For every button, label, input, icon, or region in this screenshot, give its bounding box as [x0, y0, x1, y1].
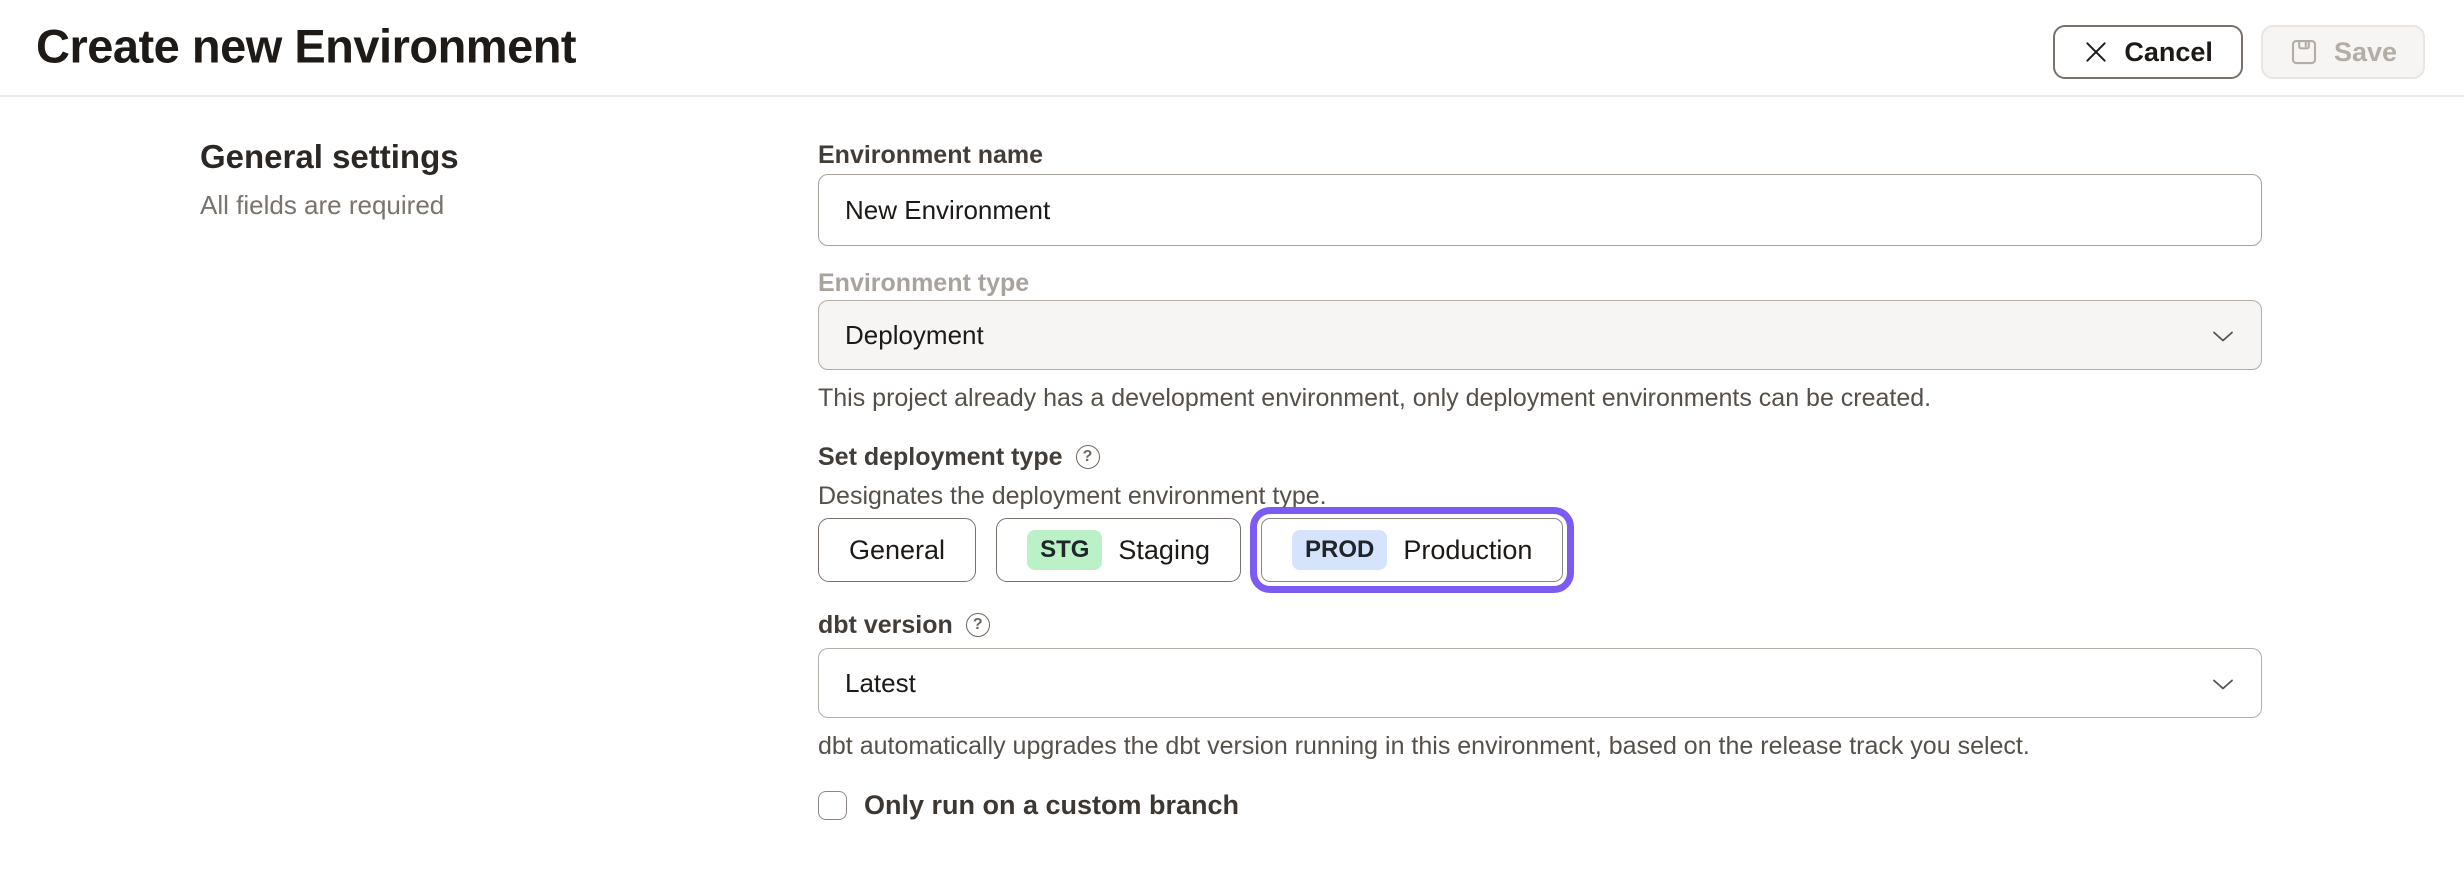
deployment-option-general[interactable]: General	[818, 518, 976, 582]
section-subheading: All fields are required	[200, 190, 760, 220]
header-actions: Cancel Save	[2053, 25, 2425, 79]
help-circle-icon[interactable]: ?	[1076, 445, 1100, 469]
settings-section-header: General settings All fields are required	[200, 138, 760, 220]
dbt-version-label-text: dbt version	[818, 612, 953, 638]
deployment-type-label-text: Set deployment type	[818, 444, 1063, 470]
help-circle-icon[interactable]: ?	[966, 613, 990, 637]
cancel-button[interactable]: Cancel	[2053, 25, 2243, 79]
dbt-version-label: dbt version ?	[818, 612, 2262, 638]
deployment-option-production[interactable]: PROD Production	[1261, 518, 1563, 582]
dbt-version-select[interactable]: Latest	[818, 648, 2262, 718]
deployment-type-label: Set deployment type ?	[818, 444, 2262, 470]
custom-branch-label[interactable]: Only run on a custom branch	[864, 790, 1239, 820]
chevron-down-icon	[2211, 668, 2235, 699]
environment-type-helper: This project already has a development e…	[818, 384, 2262, 412]
dbt-version-helper: dbt automatically upgrades the dbt versi…	[818, 732, 2262, 760]
section-heading: General settings	[200, 138, 760, 176]
deployment-option-staging[interactable]: STG Staging	[996, 518, 1241, 582]
environment-type-value: Deployment	[845, 320, 984, 351]
cancel-button-label: Cancel	[2124, 37, 2213, 68]
environment-name-label: Environment name	[818, 142, 2262, 168]
page-title: Create new Environment	[36, 18, 576, 73]
custom-branch-checkbox[interactable]	[818, 791, 847, 820]
deployment-option-staging-label: Staging	[1118, 535, 1210, 566]
environment-name-input[interactable]	[818, 174, 2262, 246]
deployment-option-general-label: General	[849, 535, 945, 566]
custom-branch-row: Only run on a custom branch	[818, 790, 2262, 820]
deployment-option-production-label: Production	[1403, 535, 1532, 566]
environment-form: Environment name Environment type Deploy…	[818, 96, 2262, 820]
floppy-disk-icon	[2289, 37, 2319, 67]
dbt-version-value: Latest	[845, 668, 916, 699]
deployment-type-helper: Designates the deployment environment ty…	[818, 482, 2262, 510]
x-icon	[2083, 39, 2109, 65]
production-badge: PROD	[1292, 530, 1387, 570]
page-header: Create new Environment Cancel Save	[0, 0, 2464, 97]
save-button[interactable]: Save	[2261, 25, 2425, 79]
save-button-label: Save	[2334, 37, 2397, 68]
environment-type-label: Environment type	[818, 270, 2262, 296]
staging-badge: STG	[1027, 530, 1102, 570]
environment-type-select[interactable]: Deployment	[818, 300, 2262, 370]
deployment-type-options: General STG Staging PROD Production	[818, 518, 2262, 582]
chevron-down-icon	[2211, 320, 2235, 351]
